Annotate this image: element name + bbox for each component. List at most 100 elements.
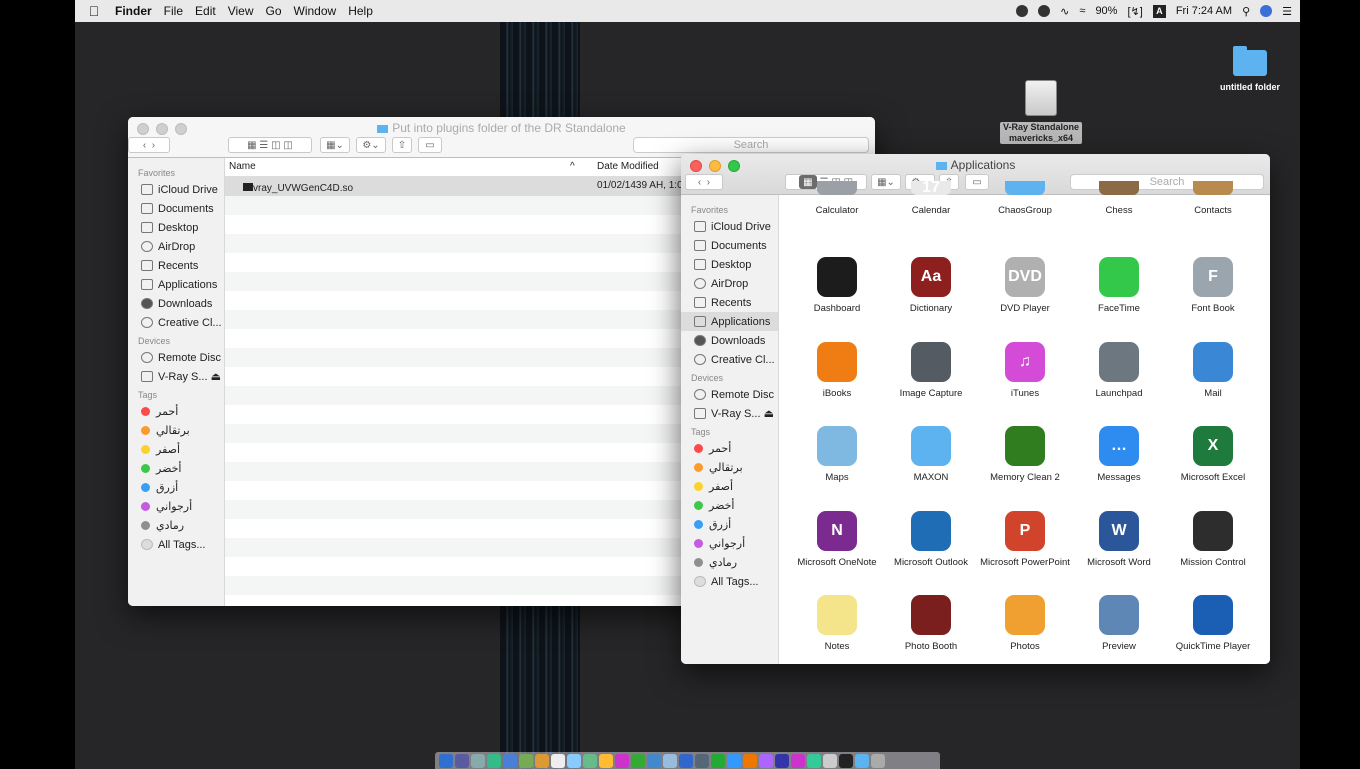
sidebar-item-applications[interactable]: Applications [681,312,778,331]
app-icon-item[interactable]: 17 Calendar [883,180,979,217]
sidebar-item-tag[interactable]: برتقالي [681,458,778,477]
dock-app-icon[interactable] [791,753,805,768]
dock-app-icon[interactable] [551,753,565,768]
dock-app-icon[interactable] [775,753,789,768]
sidebar-item-tag[interactable]: أرجواني [128,497,224,516]
record-icon[interactable] [1016,5,1029,17]
creative-cloud-icon[interactable] [1038,5,1051,17]
sidebar-item-all-tags[interactable]: All Tags... [128,535,224,554]
sidebar-item-tag[interactable]: أصفر [128,440,224,459]
sidebar-item-tag[interactable]: أزرق [681,515,778,534]
dock-app-icon[interactable] [807,753,821,768]
app-icon-item[interactable]: DVD DVD Player [977,257,1073,315]
menu-edit[interactable]: Edit [195,4,216,18]
sidebar-item-tag[interactable]: رمادي [128,516,224,535]
app-icon-item[interactable]: N Microsoft OneNote [789,511,885,569]
menu-go[interactable]: Go [266,4,282,18]
sidebar-item-tag[interactable]: أزرق [128,478,224,497]
app-icon-item[interactable]: W Microsoft Word [1071,511,1167,569]
dock-app-icon[interactable] [743,753,757,768]
dock-app-icon[interactable] [839,753,853,768]
app-icon-item[interactable]: Mission Control [1165,511,1261,569]
sidebar-item-applications[interactable]: Applications [128,275,224,294]
menu-app-name[interactable]: Finder [115,4,152,18]
app-icon-item[interactable]: Microsoft Outlook [883,511,979,569]
dock-app-icon[interactable] [439,753,453,768]
app-icon-item[interactable]: Preview [1071,595,1167,653]
siri-icon[interactable] [1260,5,1273,17]
dock-app-icon[interactable] [823,753,837,768]
sidebar-item-tag[interactable]: أرجواني [681,534,778,553]
dock-app-icon[interactable] [519,753,533,768]
sidebar-item-tag[interactable]: أخضر [681,496,778,515]
action-gear-button[interactable]: ⚙⌄ [356,137,386,153]
menu-window[interactable]: Window [294,4,337,18]
menu-view[interactable]: View [228,4,254,18]
search-field[interactable]: Search [633,137,869,153]
desktop-folder[interactable]: untitled folder [1220,46,1280,93]
finder-window-applications[interactable]: Applications ‹ › ▦ ☰ ◫ ◫ ▦⌄ ⚙⌄ ⇧ ▭ Searc… [681,154,1270,664]
sidebar-item-documents[interactable]: Documents [128,199,224,218]
dock-app-icon[interactable] [615,753,629,768]
share-button[interactable]: ⇧ [392,137,412,153]
tags-button[interactable]: ▭ [418,137,442,153]
app-icon-item[interactable]: QuickTime Player [1165,595,1261,653]
sidebar-item-airdrop[interactable]: AirDrop [128,237,224,256]
dock-app-icon[interactable] [695,753,709,768]
sidebar-item-downloads[interactable]: Downloads [128,294,224,313]
app-icon-item[interactable]: Mail [1165,342,1261,400]
sidebar-item-icloud[interactable]: iCloud Drive [681,217,778,236]
sidebar-item-tag[interactable]: أحمر [128,402,224,421]
sidebar-item-desktop[interactable]: Desktop [128,218,224,237]
app-icon-item[interactable]: Aa Dictionary [883,257,979,315]
back-forward-button[interactable]: ‹ › [685,174,723,190]
back-forward-button[interactable]: ‹ › [128,137,170,153]
column-name-header[interactable]: Name [229,161,256,172]
notification-center-icon[interactable]: ☰ [1282,5,1292,18]
sidebar-item-vray-disk[interactable]: V-Ray S... ⏏ [681,404,778,423]
app-icon-item[interactable]: X Microsoft Excel [1165,426,1261,484]
sidebar-item-tag[interactable]: أخضر [128,459,224,478]
app-icon-item[interactable]: Launchpad [1071,342,1167,400]
sidebar-item-tag[interactable]: رمادي [681,553,778,572]
dock-app-icon[interactable] [871,753,885,768]
dock-app-icon[interactable] [567,753,581,768]
dock-app-icon[interactable] [455,753,469,768]
app-icon-item[interactable]: ChaosGroup [977,181,1073,217]
battery-percent[interactable]: 90% [1095,5,1117,17]
sidebar-item-recents[interactable]: Recents [128,256,224,275]
view-mode-buttons[interactable]: ▦ ☰ ◫ ◫ [228,137,312,153]
dock-app-icon[interactable] [679,753,693,768]
app-icon-item[interactable]: Photo Booth [883,595,979,653]
dock-app-icon[interactable] [583,753,597,768]
app-icon-item[interactable]: … Messages [1071,426,1167,484]
sidebar-item-documents[interactable]: Documents [681,236,778,255]
app-icon-item[interactable]: Chess [1071,181,1167,217]
dock-app-icon[interactable] [535,753,549,768]
dock-app-icon[interactable] [503,753,517,768]
sidebar-item-vray-disk[interactable]: V-Ray S... ⏏ [128,367,224,386]
battery-icon[interactable]: [↯] [1127,5,1142,18]
dock-app-icon[interactable] [855,753,869,768]
arrange-button[interactable]: ▦⌄ [320,137,350,153]
sidebar-item-airdrop[interactable]: AirDrop [681,274,778,293]
sidebar-item-creative-cloud[interactable]: Creative Cl... [128,313,224,332]
app-icon-item[interactable]: Contacts [1165,181,1261,217]
clock[interactable]: Fri 7:24 AM [1176,5,1232,17]
dock-app-icon[interactable] [599,753,613,768]
app-icon-item[interactable]: Maps [789,426,885,484]
desktop-disk[interactable]: V-Ray Standalone mavericks_x64 [1000,80,1083,144]
dock-app-icon[interactable] [487,753,501,768]
app-icon-item[interactable]: P Microsoft PowerPoint [977,511,1073,569]
app-icon-item[interactable]: Notes [789,595,885,653]
app-icon-item[interactable]: ♫ iTunes [977,342,1073,400]
apple-menu-icon[interactable]:  [85,3,103,19]
app-icon-item[interactable]: Image Capture [883,342,979,400]
sidebar-item-remote-disc[interactable]: Remote Disc [681,385,778,404]
sidebar-item-tag[interactable]: أصفر [681,477,778,496]
dock-app-icon[interactable] [471,753,485,768]
spotlight-icon[interactable]: ⚲ [1242,5,1250,18]
sidebar-item-tag[interactable]: أحمر [681,439,778,458]
sidebar-item-downloads[interactable]: Downloads [681,331,778,350]
wifi-icon[interactable]: ≈ [1079,5,1085,17]
